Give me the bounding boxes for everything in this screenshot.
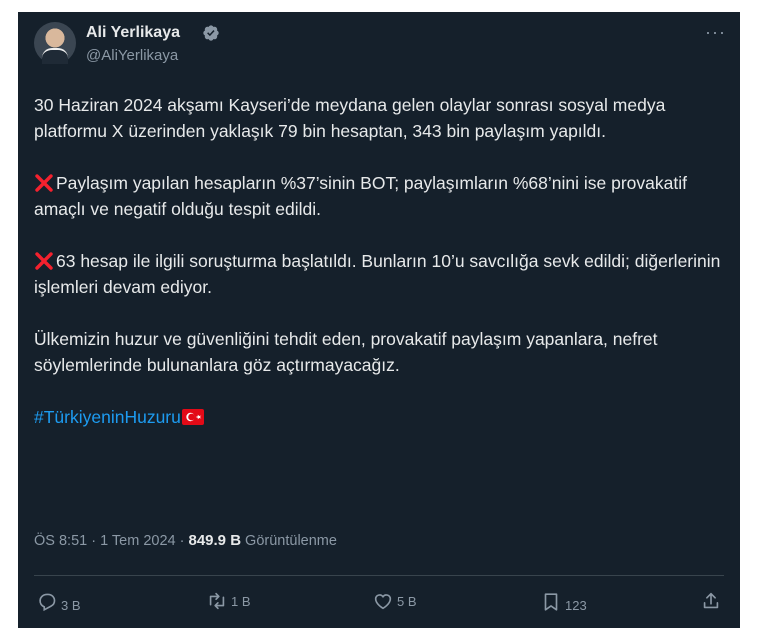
avatar-suit	[42, 48, 68, 64]
tweet-paragraph: Paylaşım yapılan hesapların %37’sinin BO…	[34, 170, 734, 222]
tweet-paragraph: 30 Haziran 2024 akşamı Kayseri’de meydan…	[34, 95, 666, 141]
tweet-paragraph-text: Paylaşım yapılan hesapların %37’sinin BO…	[34, 173, 687, 219]
share-button[interactable]	[700, 590, 722, 612]
turkey-flag-icon	[181, 409, 204, 425]
tweet-paragraph-text: 63 hesap ile ilgili soruşturma başlatıld…	[34, 251, 721, 297]
author-name[interactable]: Ali Yerlikaya	[86, 24, 180, 42]
view-count: 849.9 B	[188, 532, 242, 549]
author-handle[interactable]: @AliYerlikaya	[86, 47, 178, 64]
reply-count: 3 B	[61, 598, 81, 613]
share-icon	[703, 592, 719, 609]
tweet-text: 30 Haziran 2024 akşamı Kayseri’de meydan…	[34, 92, 734, 456]
verified-badge-icon	[203, 25, 219, 41]
cross-mark-icon	[35, 174, 53, 192]
repost-button[interactable]: 1 B	[206, 590, 251, 612]
like-button[interactable]: 5 B	[372, 590, 417, 612]
reply-button[interactable]: 3 B	[36, 590, 81, 613]
hashtag-link[interactable]: #TürkiyeninHuzuru	[34, 407, 181, 427]
like-count: 5 B	[397, 593, 417, 609]
bookmark-button[interactable]: 123	[540, 590, 587, 613]
action-bar: 3 B 1 B 5 B 123	[34, 590, 724, 618]
tweet-card: Ali Yerlikaya @AliYerlikaya ··· 30 Hazir…	[18, 12, 740, 628]
avatar[interactable]	[34, 22, 76, 64]
views-label: Görüntülenme	[241, 533, 337, 549]
reply-icon	[39, 593, 56, 611]
tweet-paragraph: Ülkemizin huzur ve güvenliğini tehdit ed…	[34, 329, 658, 375]
hashtag-line: #TürkiyeninHuzuru	[34, 404, 734, 430]
tweet-meta: ÖS 8:51 · 1 Tem 2024 · 849.9 B Görüntüle…	[34, 532, 337, 549]
like-icon	[374, 594, 392, 610]
divider	[34, 575, 724, 576]
bookmark-count: 123	[565, 598, 587, 613]
cross-mark-icon	[35, 252, 53, 270]
tweet-paragraph: 63 hesap ile ilgili soruşturma başlatıld…	[34, 248, 734, 300]
repost-icon	[209, 592, 225, 610]
timestamp[interactable]: ÖS 8:51 · 1 Tem 2024 ·	[34, 533, 188, 549]
more-options-icon[interactable]: ···	[705, 22, 726, 43]
bookmark-icon	[544, 592, 558, 611]
repost-count: 1 B	[231, 593, 251, 609]
